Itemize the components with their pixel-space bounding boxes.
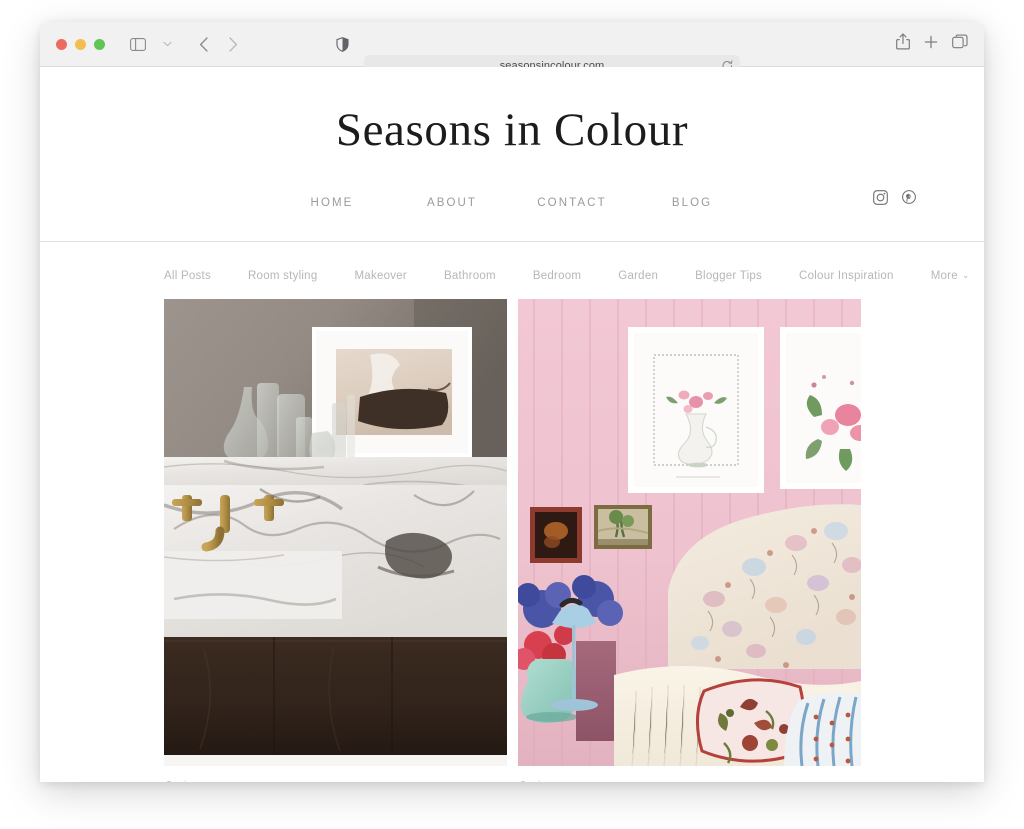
nav-link-about[interactable]: ABOUT xyxy=(427,197,477,209)
toolbar-nav-group xyxy=(125,32,246,56)
category-bathroom[interactable]: Bathroom xyxy=(444,270,496,282)
site-title: Seasons in Colour xyxy=(335,104,689,156)
new-tab-plus-icon[interactable] xyxy=(924,35,938,54)
site-header: Seasons in Colour HOME ABOUT CONTACT BLO… xyxy=(40,67,984,242)
forward-button[interactable] xyxy=(220,32,246,56)
post-grid: 2 min xyxy=(40,298,984,782)
sidebar-toggle-icon[interactable] xyxy=(125,32,151,56)
maximize-window-button[interactable] xyxy=(94,38,105,50)
back-button[interactable] xyxy=(191,32,217,56)
category-blogger-tips[interactable]: Blogger Tips xyxy=(695,270,762,282)
main-navigation: HOME ABOUT CONTACT BLOG xyxy=(40,189,984,241)
chevron-down-icon: ⌄ xyxy=(961,270,970,281)
minimize-window-button[interactable] xyxy=(75,38,86,50)
category-makeover[interactable]: Makeover xyxy=(354,270,407,282)
browser-window: seasonsincolour.com Seasons in Colour HO… xyxy=(40,22,984,782)
close-window-button[interactable] xyxy=(56,38,67,50)
category-room-styling[interactable]: Room styling xyxy=(248,270,317,282)
category-colour-inspiration[interactable]: Colour Inspiration xyxy=(799,270,894,282)
category-all-posts[interactable]: All Posts xyxy=(164,270,211,282)
post-card[interactable]: 2 min xyxy=(518,298,861,782)
sidebar-chevron-down-icon[interactable] xyxy=(154,32,180,56)
webpage-viewport: Seasons in Colour HOME ABOUT CONTACT BLO… xyxy=(40,67,984,782)
post-thumbnail-bedroom[interactable] xyxy=(518,298,861,766)
category-garden[interactable]: Garden xyxy=(618,270,658,282)
desktop-background: seasonsincolour.com Seasons in Colour HO… xyxy=(0,0,1024,829)
tab-overview-icon[interactable] xyxy=(952,34,968,54)
browser-toolbar: seasonsincolour.com xyxy=(40,22,984,77)
nav-item-about[interactable]: ABOUT xyxy=(392,193,512,211)
nav-links-list: HOME ABOUT CONTACT BLOG xyxy=(40,193,984,211)
nav-item-home[interactable]: HOME xyxy=(272,193,392,211)
toolbar-right-actions xyxy=(896,22,968,66)
post-card[interactable]: 2 min xyxy=(164,298,507,782)
post-thumbnail-bathroom[interactable] xyxy=(164,298,507,766)
nav-item-blog[interactable]: BLOG xyxy=(632,193,752,211)
post-read-time: 2 min xyxy=(164,766,507,782)
window-controls xyxy=(56,38,105,50)
share-icon[interactable] xyxy=(896,33,910,55)
privacy-shield-icon[interactable] xyxy=(336,22,349,66)
category-bedroom[interactable]: Bedroom xyxy=(533,270,581,282)
social-icons xyxy=(873,189,916,210)
category-more-dropdown[interactable]: More ⌄ xyxy=(931,270,970,282)
nav-link-contact[interactable]: CONTACT xyxy=(537,197,606,209)
nav-link-home[interactable]: HOME xyxy=(311,197,354,209)
nav-item-contact[interactable]: CONTACT xyxy=(512,193,632,211)
instagram-icon[interactable] xyxy=(873,189,888,210)
post-read-time: 2 min xyxy=(518,766,861,782)
nav-link-blog[interactable]: BLOG xyxy=(672,197,712,209)
category-filter-bar: All Posts Room styling Makeover Bathroom… xyxy=(40,242,984,282)
pinterest-icon[interactable] xyxy=(902,189,916,210)
category-more-label: More xyxy=(930,269,958,282)
